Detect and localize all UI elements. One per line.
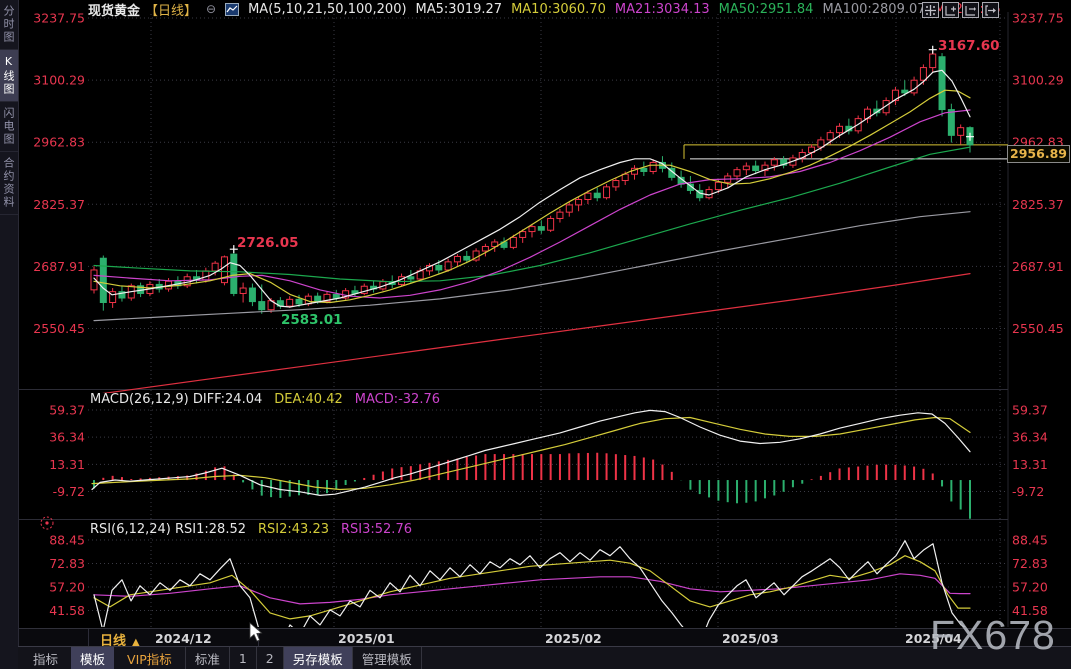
- template-tab-bar: 指标 模板 VIP指标 标准 1 2 另存模板 管理模板: [18, 646, 1071, 669]
- pan-icon[interactable]: [922, 2, 939, 18]
- axis-tick-label: 13.31: [1012, 457, 1048, 472]
- price-callout: 3167.60: [938, 38, 1000, 54]
- axis-date-label: 2025/04: [905, 631, 962, 646]
- axis-tick-label: 88.45: [49, 533, 85, 548]
- tab-indicators[interactable]: 指标: [24, 647, 67, 669]
- macd-dea-label: DEA:40.42: [274, 392, 343, 407]
- sidebar-tab-contract-info[interactable]: 合约资料: [0, 152, 18, 215]
- shift-right-icon[interactable]: [982, 2, 999, 18]
- last-price-tag: 2956.89: [1007, 145, 1070, 163]
- rsi-panel-header: RSI(6,12,24) RSI1:28.52 RSI2:43.23 RSI3:…: [90, 522, 412, 537]
- tab-slot-1[interactable]: 1: [228, 647, 256, 669]
- axis-tick-label: 3237.75: [33, 11, 85, 26]
- axis-date-label: 2024/12: [155, 631, 212, 646]
- axis-zoom-in-icon[interactable]: [942, 2, 959, 18]
- axis-tick-label: 2825.37: [1012, 197, 1064, 212]
- axis-tick-label: 3100.29: [33, 73, 85, 88]
- ma21-value: MA21:3034.13: [614, 1, 710, 17]
- price-callout: 2583.01: [281, 312, 343, 328]
- ma5-value: MA5:3019.27: [415, 1, 503, 17]
- drawing-marker-icon[interactable]: [40, 516, 54, 530]
- tab-save-template[interactable]: 另存模板: [282, 647, 352, 669]
- axis-tick-label: 41.58: [49, 603, 85, 618]
- axis-tick-label: 59.37: [49, 403, 85, 418]
- axis-tick-label: 3100.29: [1012, 73, 1064, 88]
- axis-tick-label: 36.34: [1012, 430, 1048, 445]
- rsi3-label: RSI3:52.76: [341, 522, 412, 537]
- axis-tick-label: 2550.45: [33, 321, 85, 336]
- price-callout: 2726.05: [237, 235, 299, 251]
- tab-slot-2[interactable]: 2: [255, 647, 283, 669]
- chart-type-sidebar: 分时图 K线图 闪电图 合约资料: [0, 0, 19, 669]
- chart-header: 现货黄金 【日线】 ⊖ MA(5,10,21,50,100,200) MA5:3…: [88, 1, 1000, 19]
- mouse-cursor: [249, 622, 263, 642]
- axis-tick-label: -9.72: [53, 484, 85, 499]
- axis-date-label: 2025/03: [722, 631, 779, 646]
- ma100-value: MA100:2809.07: [822, 1, 926, 17]
- sidebar-tab-time-chart[interactable]: 分时图: [0, 0, 18, 50]
- axis-tick-label: 72.83: [49, 556, 85, 571]
- axis-tick-label: -9.72: [1012, 484, 1044, 499]
- axis-cell-divider: [88, 629, 89, 647]
- macd-panel-header: MACD(26,12,9) DIFF:24.04 DEA:40.42 MACD:…: [90, 392, 440, 407]
- rsi1-label: RSI(6,12,24) RSI1:28.52: [90, 522, 246, 537]
- macd-value-label: MACD:-32.76: [354, 392, 441, 407]
- sidebar-tab-lightning-chart[interactable]: 闪电图: [0, 102, 18, 152]
- axis-tick-label: 2687.91: [33, 259, 85, 274]
- collapse-indicator-icon[interactable]: ⊖: [206, 2, 216, 16]
- axis-tick-label: 3237.75: [1012, 11, 1064, 26]
- axis-tick-label: 59.37: [1012, 403, 1048, 418]
- price-chart-canvas[interactable]: 3237.75 3237.753100.29 3100.292962.83 2962.…: [0, 0, 1071, 669]
- symbol-title: 现货黄金: [88, 3, 141, 19]
- period-tag: 【日线】: [145, 3, 198, 19]
- indicator-chart-icon[interactable]: [225, 2, 240, 16]
- tab-vip-indicators[interactable]: VIP指标: [118, 647, 181, 669]
- macd-diff-label: MACD(26,12,9) DIFF:24.04: [90, 392, 263, 407]
- axis-tick-label: 2687.91: [1012, 259, 1064, 274]
- chart-toolbar: [922, 2, 999, 18]
- axis-tick-label: 57.20: [49, 580, 85, 595]
- axis-date-label: 2025/02: [545, 631, 602, 646]
- axis-zoom-out-icon[interactable]: [962, 2, 979, 18]
- axis-tick-label: 72.83: [1012, 556, 1048, 571]
- time-axis-row: 日线 ▲ 2024/12 2025/01 2025/02 2025/03 2025…: [18, 628, 1071, 649]
- axis-tick-label: 2550.45: [1012, 321, 1064, 336]
- ma50-value: MA50:2951.84: [718, 1, 814, 17]
- axis-tick-label: 41.58: [1012, 603, 1048, 618]
- axis-date-label: 2025/01: [338, 631, 395, 646]
- axis-tick-label: 2962.83: [33, 135, 85, 150]
- axis-tick-label: 13.31: [49, 457, 85, 472]
- axis-tick-label: 2825.37: [33, 197, 85, 212]
- ma-settings-label: MA(5,10,21,50,100,200): [248, 1, 407, 17]
- rsi2-label: RSI2:43.23: [258, 522, 329, 537]
- axis-tick-label: 88.45: [1012, 533, 1048, 548]
- tab-templates[interactable]: 模板: [71, 647, 115, 669]
- sidebar-tab-kline-chart[interactable]: K线图: [0, 50, 18, 102]
- ma10-value: MA10:3060.70: [511, 1, 606, 17]
- tab-standard[interactable]: 标准: [184, 647, 229, 669]
- trading-terminal: 3237.75 3237.75 3100.29 3100.29 2962.83 2962.…: [0, 0, 1071, 669]
- axis-tick-label: 57.20: [1012, 580, 1048, 595]
- axis-tick-label: 36.34: [49, 430, 85, 445]
- tab-manage-templates[interactable]: 管理模板: [351, 647, 422, 669]
